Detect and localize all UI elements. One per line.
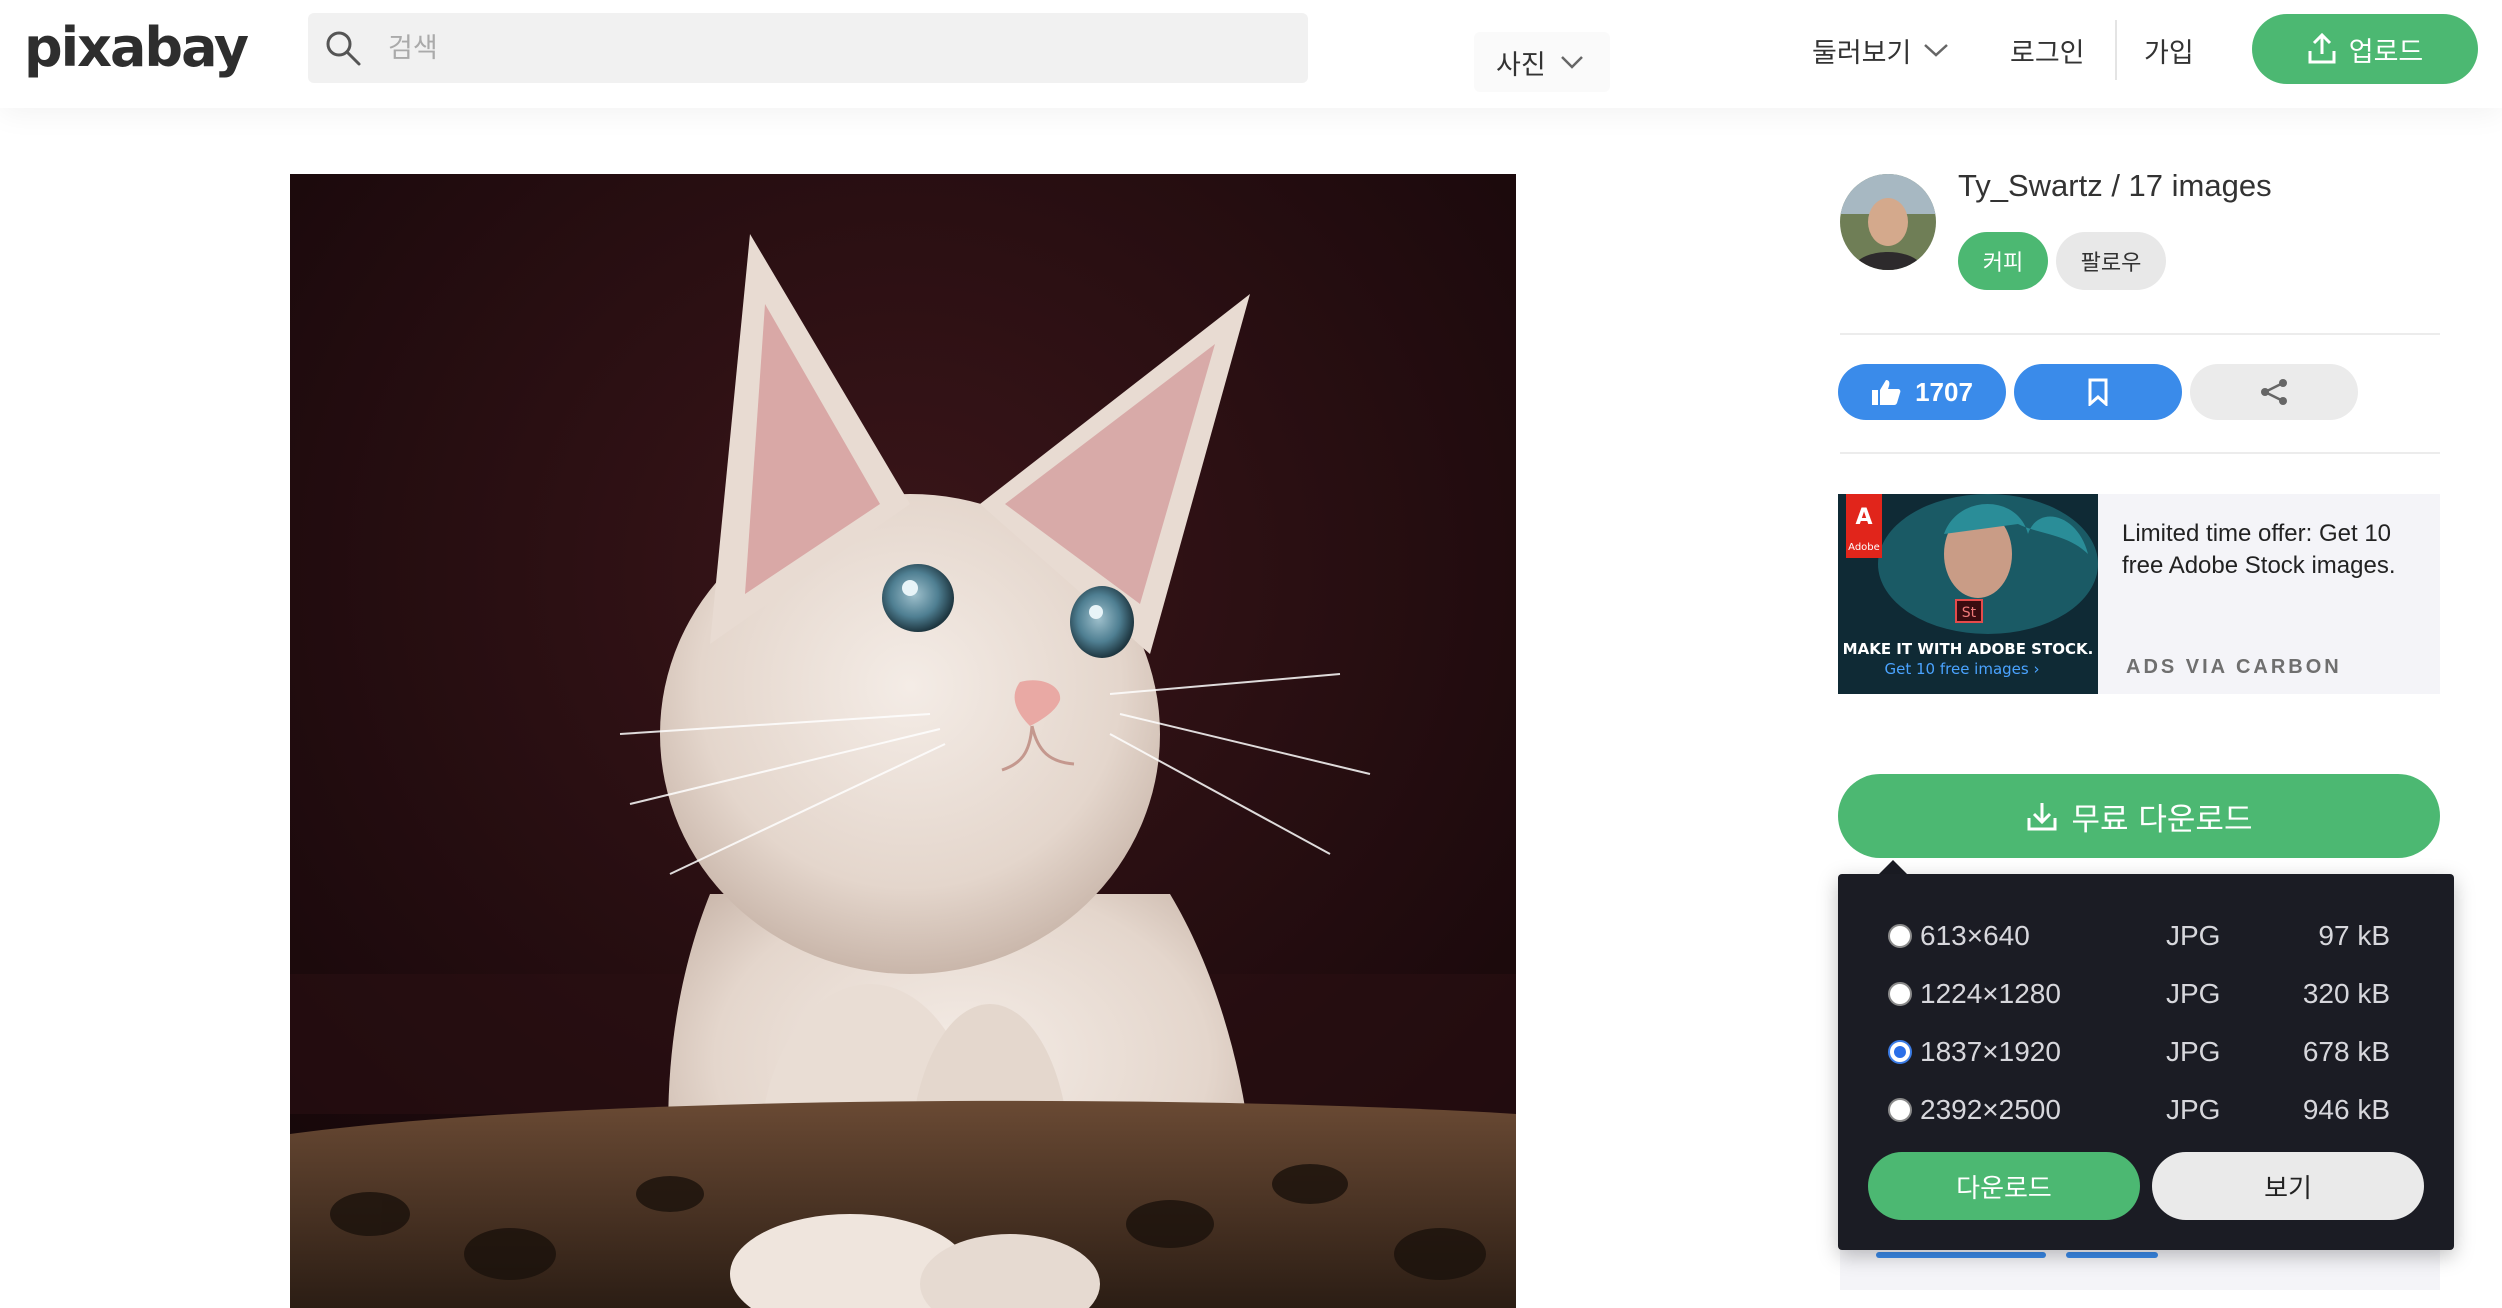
adobe-stock-banner: A Adobe St MAKE IT WITH ADOBE STOCK. Get…	[1838, 494, 2098, 694]
option-format: JPG	[2166, 1094, 2221, 1125]
thumbs-up-icon	[1872, 380, 1901, 405]
explore-label: 둘러보기	[1812, 37, 1912, 69]
search-type-select[interactable]: 사진	[1474, 32, 1610, 92]
kitten-photo	[290, 174, 1516, 1308]
size-option-1224[interactable]: 1224×1280 JPG 320 kB	[1838, 974, 2454, 1018]
hidden-link-bar	[1876, 1252, 2046, 1258]
option-dimensions: 2392×2500	[1920, 1094, 2061, 1125]
option-dimensions: 613×640	[1920, 920, 2030, 951]
option-format: JPG	[2166, 1036, 2221, 1067]
ad-headline[interactable]: Limited time offer: Get 10 free Adobe St…	[2122, 518, 2422, 582]
ad-banner-image[interactable]: A Adobe St MAKE IT WITH ADOBE STOCK. Get…	[1838, 494, 2098, 694]
option-format: JPG	[2166, 978, 2221, 1009]
chevron-down-icon	[1560, 56, 1583, 69]
free-download-button[interactable]: 무료 다운로드	[1838, 774, 2440, 858]
nav-divider	[2115, 20, 2117, 80]
svg-text:A: A	[1855, 505, 1872, 530]
top-header: pixabay 사진 둘러보기 로그인 가입 업로드	[0, 0, 2502, 108]
explore-menu[interactable]: 둘러보기	[1812, 28, 1949, 72]
share-button[interactable]	[2190, 364, 2358, 420]
svg-text:Get 10 free images ›: Get 10 free images ›	[1884, 660, 2039, 678]
join-link[interactable]: 가입	[2144, 28, 2194, 72]
option-dimensions: 1837×1920	[1920, 1036, 2061, 1067]
login-link[interactable]: 로그인	[2010, 28, 2085, 72]
radio-button-selected[interactable]	[1888, 1040, 1912, 1064]
download-button[interactable]: 다운로드	[1868, 1152, 2140, 1220]
chevron-down-icon	[1924, 44, 1949, 57]
search-icon[interactable]	[324, 29, 362, 67]
upload-icon	[2308, 33, 2336, 64]
author-name[interactable]: Ty_Swartz / 17 images	[1958, 168, 2272, 204]
follow-button[interactable]: 팔로우	[2056, 232, 2166, 290]
divider	[1840, 452, 2440, 454]
divider	[1840, 333, 2440, 335]
option-format: JPG	[2166, 920, 2221, 951]
option-filesize: 946 kB	[2302, 1094, 2390, 1125]
option-filesize: 97 kB	[2318, 920, 2390, 951]
ad-via-carbon[interactable]: ADS VIA CARBON	[2126, 656, 2342, 679]
size-option-2392[interactable]: 2392×2500 JPG 946 kB	[1838, 1090, 2454, 1134]
bookmark-button[interactable]	[2014, 364, 2182, 420]
upload-button[interactable]: 업로드	[2252, 14, 2478, 84]
search-bar: 사진	[308, 13, 1610, 92]
svg-text:MAKE IT WITH ADOBE STOCK.: MAKE IT WITH ADOBE STOCK.	[1843, 640, 2094, 658]
download-icon	[2027, 803, 2056, 831]
carbon-ad[interactable]: A Adobe St MAKE IT WITH ADOBE STOCK. Get…	[1838, 494, 2440, 694]
bookmark-icon	[2088, 378, 2108, 406]
like-count: 1707	[1915, 376, 1973, 407]
radio-button[interactable]	[1888, 924, 1912, 948]
radio-button[interactable]	[1888, 982, 1912, 1006]
svg-text:Adobe: Adobe	[1848, 542, 1880, 553]
like-button[interactable]: 1707	[1838, 364, 2006, 420]
pixabay-logo[interactable]: pixabay	[24, 16, 249, 79]
view-button[interactable]: 보기	[2152, 1152, 2424, 1220]
share-icon	[2261, 379, 2287, 405]
size-option-1837[interactable]: 1837×1920 JPG 678 kB	[1838, 1032, 2454, 1076]
popup-arrow	[1878, 860, 1908, 875]
size-option-613[interactable]: 613×640 JPG 97 kB	[1838, 916, 2454, 960]
author-avatar[interactable]	[1840, 174, 1936, 270]
upload-label: 업로드	[2348, 36, 2424, 68]
svg-text:St: St	[1962, 605, 1977, 621]
radio-button[interactable]	[1888, 1098, 1912, 1122]
search-type-label: 사진	[1496, 49, 1546, 81]
avatar-image	[1840, 174, 1936, 270]
option-filesize: 320 kB	[2302, 978, 2390, 1009]
free-download-label: 무료 다운로드	[2071, 801, 2253, 838]
option-dimensions: 1224×1280	[1920, 978, 2061, 1009]
coffee-button[interactable]: 커피	[1958, 232, 2048, 290]
main-photo[interactable]	[290, 174, 1516, 1308]
option-filesize: 678 kB	[2302, 1036, 2390, 1067]
hidden-link-bar	[2066, 1252, 2158, 1258]
search-input[interactable]	[388, 27, 1168, 69]
